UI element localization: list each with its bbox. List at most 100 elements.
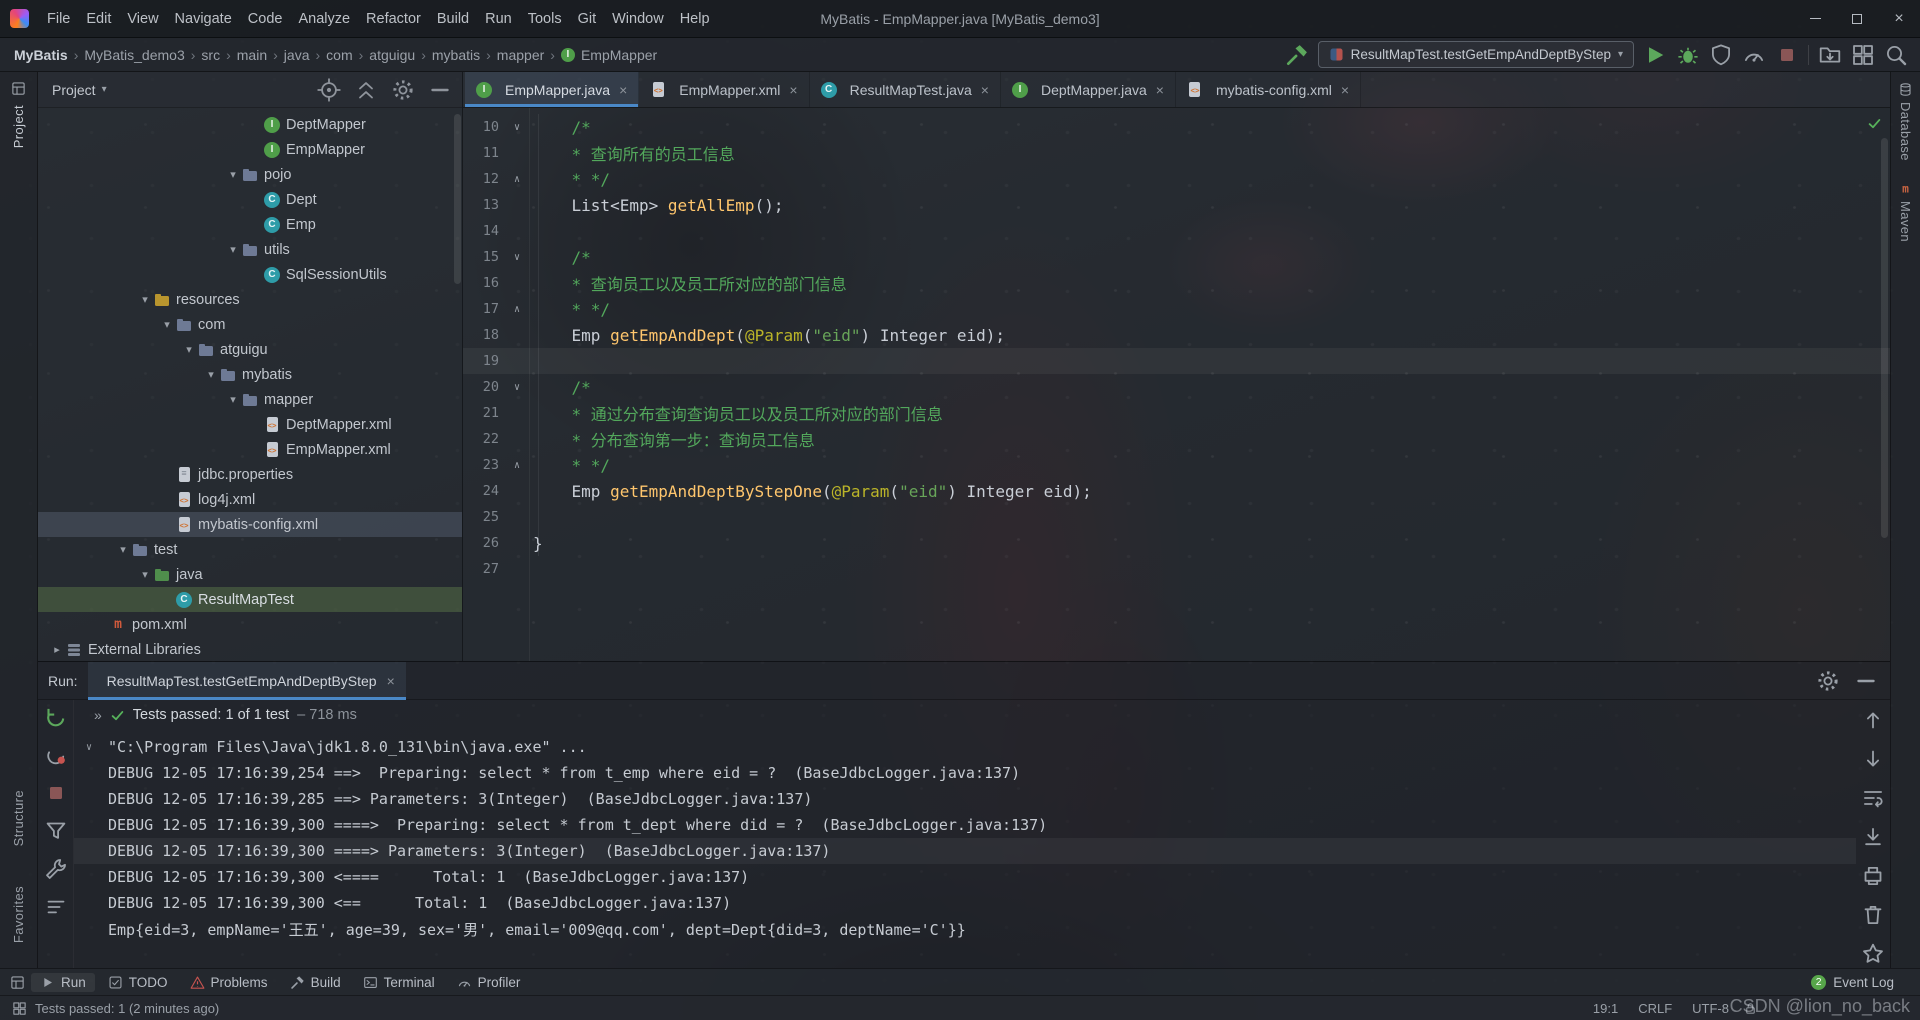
close-icon[interactable]: × — [1156, 82, 1164, 98]
code-line-25[interactable]: 25 — [463, 504, 1890, 530]
chevron-expanded-icon[interactable]: ▾ — [202, 368, 220, 381]
menu-file[interactable]: File — [39, 7, 78, 31]
tree-item-atguigu[interactable]: ▾atguigu — [38, 337, 462, 362]
arrow-down-button[interactable] — [1861, 747, 1885, 771]
toolwindow-profiler[interactable]: Profiler — [448, 973, 530, 992]
chevron-double-icon[interactable]: » — [94, 707, 102, 723]
tree-item-pom.xml[interactable]: pom.xml — [38, 612, 462, 637]
breadcrumb-item[interactable]: src — [199, 47, 222, 63]
breadcrumb-item[interactable]: main — [235, 47, 269, 63]
layout-grid-button[interactable] — [1851, 43, 1875, 67]
tab-mybatis-config.xml[interactable]: mybatis-config.xml× — [1176, 72, 1361, 107]
breadcrumb-item[interactable]: MyBatis_demo3 — [82, 47, 186, 63]
code-line-20[interactable]: 20∨ /* — [463, 374, 1890, 400]
settings-gear-button[interactable] — [1816, 669, 1840, 693]
arrow-up-button[interactable] — [1861, 708, 1885, 732]
toolstrip-favorites[interactable]: Favorites — [11, 877, 26, 952]
tree-item-SqlSessionUtils[interactable]: SqlSessionUtils — [38, 262, 462, 287]
chevron-expanded-icon[interactable]: ▾ — [180, 343, 198, 356]
code-line-17[interactable]: 17∧ * */ — [463, 296, 1890, 322]
code-line-24[interactable]: 24 Emp getEmpAndDeptByStepOne(@Param("ei… — [463, 478, 1890, 504]
status-CRLF[interactable]: CRLF — [1638, 1001, 1672, 1016]
filter-button[interactable] — [44, 819, 68, 843]
menu-edit[interactable]: Edit — [78, 7, 119, 31]
editor-scrollbar[interactable] — [1881, 138, 1888, 538]
search-everywhere-button[interactable] — [1884, 43, 1908, 67]
code-line-13[interactable]: 13 List<Emp> getAllEmp(); — [463, 192, 1890, 218]
print-button[interactable] — [1861, 864, 1885, 888]
tree-item-jdbc.properties[interactable]: jdbc.properties — [38, 462, 462, 487]
fold-expand-icon[interactable]: ∧ — [507, 174, 527, 185]
chevron-down-icon[interactable]: ∨ — [86, 742, 92, 753]
code-line-27[interactable]: 27 — [463, 556, 1890, 582]
maximize-button[interactable] — [1836, 0, 1878, 37]
close-icon[interactable]: × — [789, 82, 797, 98]
inspections-ok-icon[interactable] — [1867, 116, 1882, 131]
scroll-to-end-button[interactable] — [1861, 825, 1885, 849]
chevron-expanded-icon[interactable]: ▾ — [136, 568, 154, 581]
close-icon[interactable]: × — [619, 82, 627, 98]
code-line-10[interactable]: 10∨ /* — [463, 114, 1890, 140]
tab-EmpMapper.java[interactable]: EmpMapper.java× — [465, 72, 639, 107]
coverage-button[interactable] — [1709, 43, 1733, 67]
fold-expand-icon[interactable]: ∧ — [507, 304, 527, 315]
vcs-update-button[interactable] — [1818, 43, 1842, 67]
collapse-all-button[interactable] — [354, 78, 378, 102]
run-button[interactable] — [1643, 43, 1667, 67]
fold-collapse-icon[interactable]: ∨ — [507, 382, 527, 393]
chevron-expanded-icon[interactable]: ▾ — [114, 543, 132, 556]
menu-window[interactable]: Window — [604, 7, 672, 31]
tree-item-Emp[interactable]: Emp — [38, 212, 462, 237]
breadcrumb-item[interactable]: EmpMapper — [559, 47, 659, 63]
minimize-button[interactable] — [1794, 0, 1836, 37]
menu-build[interactable]: Build — [429, 7, 477, 31]
fold-collapse-icon[interactable]: ∨ — [507, 122, 527, 133]
menu-refactor[interactable]: Refactor — [358, 7, 429, 31]
tree-item-DeptMapper.xml[interactable]: DeptMapper.xml — [38, 412, 462, 437]
tree-item-com[interactable]: ▾com — [38, 312, 462, 337]
hide-panel-button[interactable] — [428, 78, 452, 102]
event-log-button[interactable]: 2 Event Log — [1811, 975, 1910, 990]
code-line-23[interactable]: 23∧ * */ — [463, 452, 1890, 478]
menu-tools[interactable]: Tools — [520, 7, 570, 31]
close-icon[interactable]: × — [387, 673, 395, 689]
pin-button[interactable] — [1861, 942, 1885, 966]
tree-item-utils[interactable]: ▾utils — [38, 237, 462, 262]
menu-analyze[interactable]: Analyze — [290, 7, 358, 31]
code-line-11[interactable]: 11 * 查询所有的员工信息 — [463, 140, 1890, 166]
menu-view[interactable]: View — [119, 7, 166, 31]
settings-wrench-button[interactable] — [44, 857, 68, 881]
tree-item-External Libraries[interactable]: ▸External Libraries — [38, 637, 462, 661]
project-panel-title[interactable]: Project — [52, 82, 96, 98]
run-config-select[interactable]: ResultMapTest.testGetEmpAndDeptByStep▾ — [1318, 41, 1634, 68]
code-line-16[interactable]: 16 * 查询员工以及员工所对应的部门信息 — [463, 270, 1890, 296]
tree-item-java[interactable]: ▾java — [38, 562, 462, 587]
tree-item-DeptMapper[interactable]: DeptMapper — [38, 112, 462, 137]
stop-button[interactable] — [44, 781, 68, 805]
menu-code[interactable]: Code — [240, 7, 291, 31]
toolwindow-problems[interactable]: Problems — [181, 973, 277, 992]
breadcrumb-item[interactable]: com — [324, 47, 354, 63]
code-line-19[interactable]: 19 — [463, 348, 1890, 374]
code-line-22[interactable]: 22 * 分布查询第一步：查询员工信息 — [463, 426, 1890, 452]
code-editor[interactable]: 10∨ /*11 * 查询所有的员工信息12∧ * */13 List<Emp>… — [463, 108, 1890, 661]
run-tab[interactable]: ResultMapTest.testGetEmpAndDeptByStep × — [88, 662, 406, 700]
rerun-tests-button[interactable] — [44, 705, 68, 729]
chevron-expanded-icon[interactable]: ▾ — [136, 293, 154, 306]
tree-item-log4j.xml[interactable]: log4j.xml — [38, 487, 462, 512]
close-icon[interactable]: × — [981, 82, 989, 98]
tree-item-resources[interactable]: ▾resources — [38, 287, 462, 312]
console[interactable]: ∨"C:\Program Files\Java\jdk1.8.0_131\bin… — [74, 730, 1856, 968]
chevron-expanded-icon[interactable]: ▾ — [224, 243, 242, 256]
tree-item-mybatis[interactable]: ▾mybatis — [38, 362, 462, 387]
clear-all-button[interactable] — [1861, 903, 1885, 927]
build-hammer-button[interactable] — [1285, 43, 1309, 67]
code-line-18[interactable]: 18 Emp getEmpAndDept(@Param("eid") Integ… — [463, 322, 1890, 348]
hide-panel-button[interactable] — [1854, 669, 1878, 693]
debug-button[interactable] — [1676, 43, 1700, 67]
project-toolwindow-icon[interactable] — [11, 81, 26, 96]
code-line-26[interactable]: 26} — [463, 530, 1890, 556]
locate-file-button[interactable] — [317, 78, 341, 102]
close-icon[interactable]: × — [1341, 82, 1349, 98]
tree-item-mybatis-config.xml[interactable]: mybatis-config.xml — [38, 512, 462, 537]
